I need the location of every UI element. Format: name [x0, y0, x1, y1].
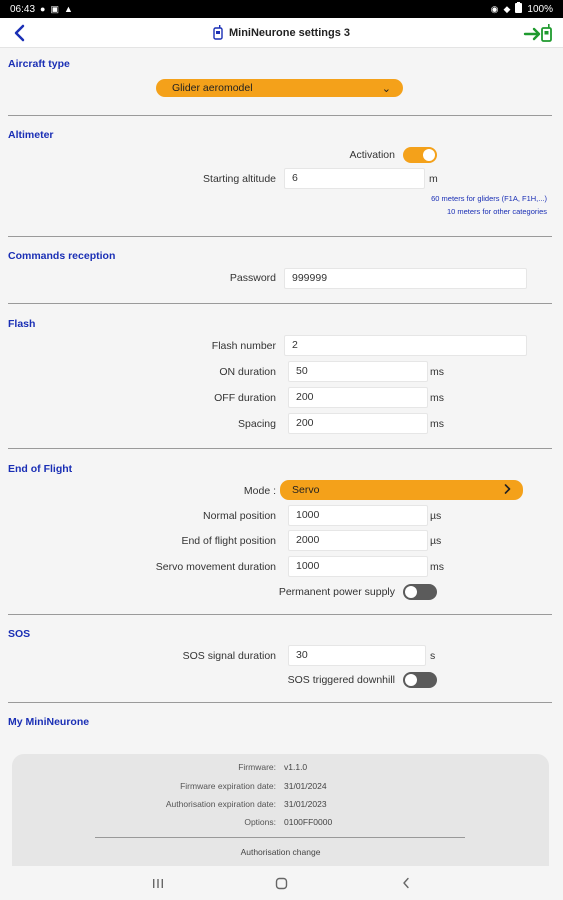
starting-altitude-input[interactable]: 6 [284, 168, 425, 189]
recent-apps-icon[interactable] [151, 876, 165, 890]
exit-device-icon [523, 24, 552, 42]
sos-signal-duration-unit: s [430, 650, 436, 662]
mode-select[interactable]: Servo [280, 480, 523, 500]
section-title-end-of-flight: End of Flight [8, 463, 73, 475]
end-of-flight-position-label: End of flight position [181, 535, 276, 547]
permanent-power-supply-label: Permanent power supply [278, 586, 395, 598]
on-duration-input[interactable]: 50 [288, 361, 428, 382]
authorisation-expiration-label: Authorisation expiration date: [165, 799, 276, 809]
sos-signal-duration-label: SOS signal duration [182, 650, 276, 662]
authorisation-change-link[interactable]: Authorisation change [12, 847, 549, 857]
section-title-altimeter: Altimeter [8, 129, 54, 141]
activation-label: Activation [349, 149, 395, 161]
exit-button[interactable] [523, 22, 553, 44]
starting-altitude-label: Starting altitude [203, 173, 276, 185]
off-duration-unit: ms [430, 392, 444, 404]
authorisation-expiration-value: 31/01/2023 [284, 799, 327, 809]
back-arrow-icon [14, 24, 25, 42]
status-time: 06:43 [10, 3, 36, 15]
end-of-flight-position-input[interactable]: 2000 [288, 530, 428, 551]
spacing-label: Spacing [238, 418, 276, 430]
settings-content[interactable]: Aircraft type Glider aeromodel ⌄ Altimet… [0, 48, 563, 866]
section-title-commands-reception: Commands reception [8, 250, 116, 262]
battery-icon [515, 2, 523, 16]
section-title-sos: SOS [8, 628, 31, 640]
permanent-power-supply-toggle[interactable] [403, 584, 437, 600]
back-nav-icon[interactable] [399, 876, 413, 890]
flash-number-input[interactable]: 2 [284, 335, 527, 356]
navigation-bar [0, 866, 563, 900]
starting-altitude-unit: m [429, 173, 438, 185]
firmware-expiration-value: 31/01/2024 [284, 781, 327, 791]
device-icon [213, 25, 223, 40]
aircraft-type-select[interactable]: Glider aeromodel ⌄ [156, 79, 403, 97]
servo-movement-duration-input[interactable]: 1000 [288, 556, 428, 577]
on-duration-unit: ms [430, 366, 444, 378]
divider [8, 236, 552, 237]
options-label: Options: [244, 817, 276, 827]
mode-label: Mode : [243, 485, 276, 497]
chevron-right-icon [504, 483, 511, 497]
device-info-card: Firmware: v1.1.0 Firmware expiration dat… [12, 754, 549, 866]
status-bar: 06:43 ● ▣ ▲ ◉ ◆ 100% [0, 0, 563, 18]
divider [8, 448, 552, 449]
spacing-unit: ms [430, 418, 444, 430]
section-title-my-mineurone: My MiniNeurone [8, 716, 90, 728]
chevron-down-icon: ⌄ [381, 82, 391, 95]
normal-position-input[interactable]: 1000 [288, 505, 428, 526]
divider [8, 614, 552, 615]
flash-number-label: Flash number [211, 340, 276, 352]
end-of-flight-position-unit: µs [430, 535, 442, 547]
servo-movement-duration-label: Servo movement duration [155, 561, 276, 573]
divider [8, 303, 552, 304]
spacing-input[interactable]: 200 [288, 413, 428, 434]
normal-position-unit: µs [430, 510, 442, 522]
image-icon: ▣ [50, 3, 59, 14]
firmware-value: v1.1.0 [284, 762, 308, 772]
sos-signal-duration-input[interactable]: 30 [288, 645, 426, 666]
drive-icon: ▲ [63, 4, 73, 14]
off-duration-label: OFF duration [214, 392, 276, 404]
home-icon[interactable] [275, 876, 289, 890]
app-bar: MiniNeurone settings 3 [0, 18, 563, 48]
notification-icon: ● [40, 4, 46, 14]
section-title-aircraft-type: Aircraft type [8, 58, 70, 70]
sos-triggered-downhill-label: SOS triggered downhill [287, 674, 395, 686]
password-input[interactable]: 999999 [284, 268, 527, 289]
servo-movement-duration-unit: ms [430, 561, 444, 573]
location-icon: ◉ [490, 3, 499, 14]
options-value: 0100FF0000 [284, 817, 333, 827]
on-duration-label: ON duration [219, 366, 276, 378]
firmware-expiration-label: Firmware expiration date: [180, 781, 276, 791]
firmware-label: Firmware: [238, 762, 276, 772]
back-button[interactable] [8, 21, 30, 45]
divider [8, 702, 552, 703]
page-title: MiniNeurone settings 3 [228, 26, 351, 39]
altitude-hint-other: 10 meters for other categories [446, 207, 547, 216]
sos-triggered-downhill-toggle[interactable] [403, 672, 437, 688]
password-label: Password [229, 272, 276, 284]
battery-level: 100% [527, 3, 553, 15]
divider [8, 115, 552, 116]
normal-position-label: Normal position [203, 510, 276, 522]
card-divider [95, 837, 465, 838]
section-title-flash: Flash [8, 318, 36, 330]
wifi-icon: ◆ [503, 3, 511, 14]
altitude-hint-gliders: 60 meters for gliders (F1A, F1H,...) [431, 194, 547, 203]
activation-toggle[interactable] [403, 147, 437, 163]
mode-value: Servo [292, 484, 320, 496]
off-duration-input[interactable]: 200 [288, 387, 428, 408]
aircraft-type-value: Glider aeromodel [172, 82, 253, 94]
